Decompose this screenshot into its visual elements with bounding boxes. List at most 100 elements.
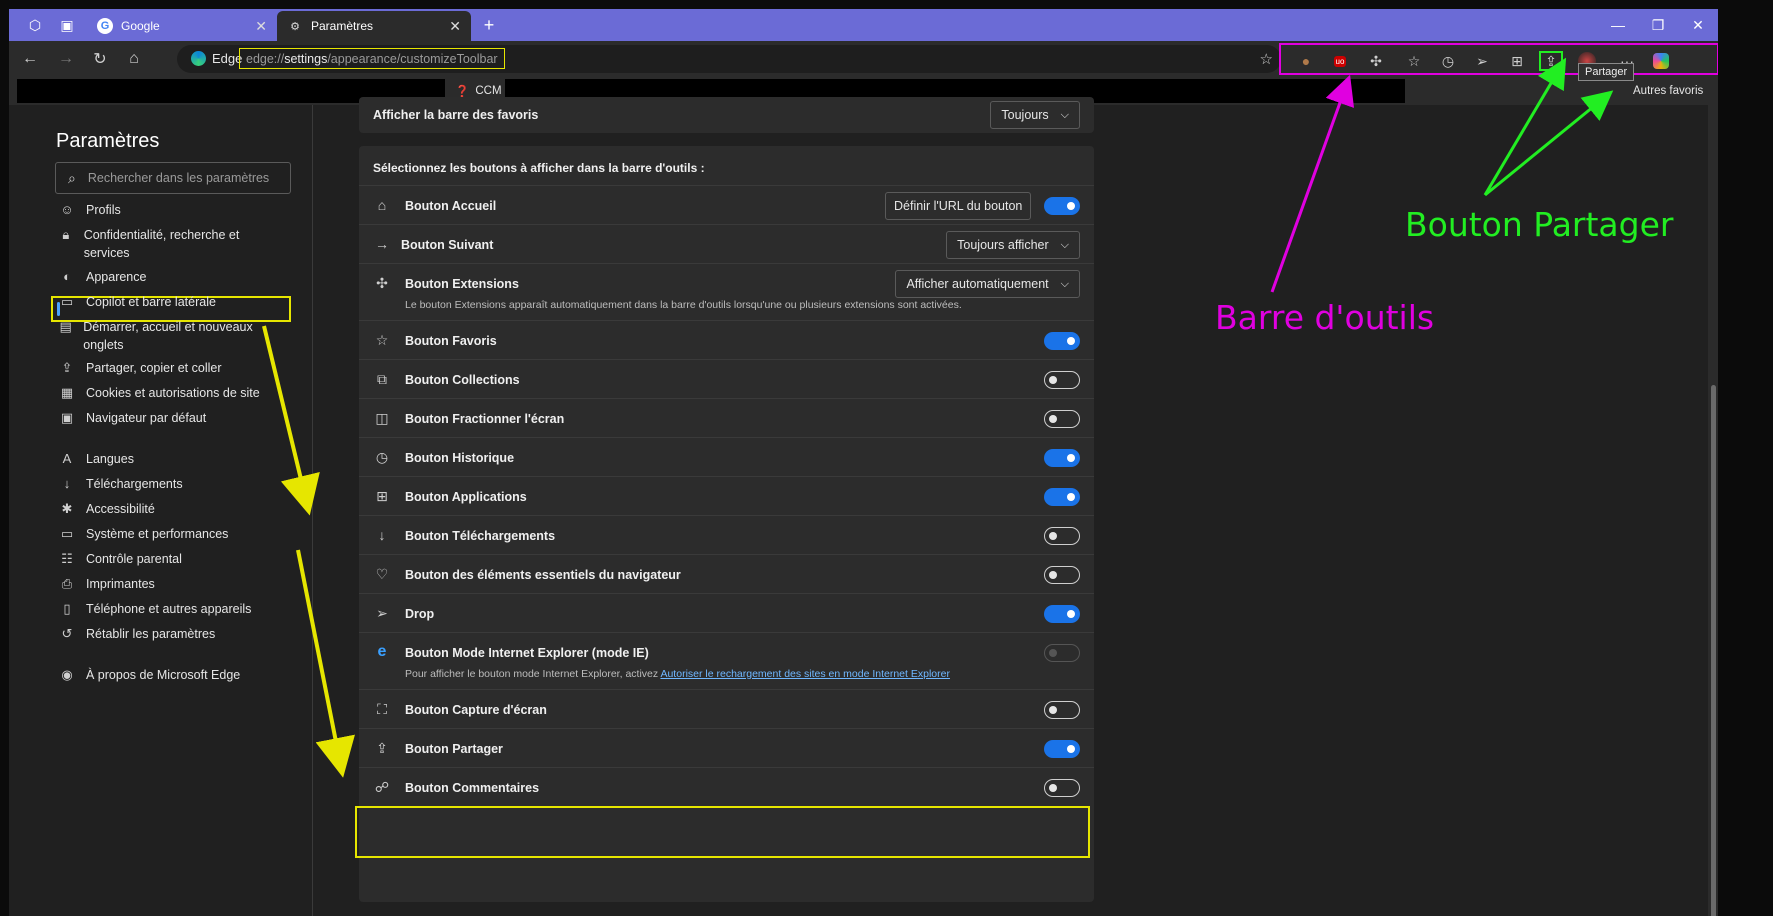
star-icon[interactable]: ☆ <box>1260 50 1273 68</box>
toggle-essentiels[interactable] <box>1044 566 1080 584</box>
sidebar-item-telephone[interactable]: ▯ Téléphone et autres appareils <box>59 600 251 618</box>
sidebar-item-partager[interactable]: ⇪ Partager, copier et coller <box>59 359 222 377</box>
gear-icon: ⚙ <box>290 20 300 33</box>
sidebar-item-langues[interactable]: A Langues <box>59 450 134 468</box>
sidebar-item-demarrer[interactable]: ▤ Démarrer, accueil et nouveaux onglets <box>59 318 259 354</box>
ublock-icon[interactable]: uo <box>1329 51 1351 71</box>
favorites-icon: ☆ <box>375 332 389 348</box>
toggle-historique[interactable] <box>1044 449 1080 467</box>
forward-select[interactable]: Toujours afficher ⌵ <box>946 231 1080 259</box>
sidebar-item-controle-parental[interactable]: ☷ Contrôle parental <box>59 550 182 568</box>
toggle-applications[interactable] <box>1044 488 1080 506</box>
forward-icon[interactable]: → <box>53 47 79 71</box>
row-desc: Pour afficher le bouton mode Internet Ex… <box>405 668 950 680</box>
sidebar-item-label: Rétablir les paramètres <box>86 627 216 641</box>
scroll-thumb[interactable] <box>1711 385 1716 916</box>
tab-title: Google <box>121 19 160 33</box>
extensions-icon[interactable]: ✣ <box>1365 51 1387 71</box>
arrow-right-icon: → <box>375 236 389 252</box>
favbar-select[interactable]: Toujours ⌵ <box>990 101 1080 129</box>
row-label: Bouton Capture d'écran <box>405 703 547 717</box>
new-tab-icon[interactable]: + <box>477 13 501 37</box>
lock-icon: 🔒︎ <box>62 227 70 242</box>
tab-settings[interactable]: ⚙ Paramètres ✕ <box>277 11 471 41</box>
laptop-icon: ▭ <box>60 526 74 541</box>
home-icon[interactable]: ⌂ <box>121 47 147 71</box>
sidebar-item-retablir[interactable]: ↺ Rétablir les paramètres <box>59 625 216 643</box>
sidebar-item-telechargements[interactable]: ↓ Téléchargements <box>59 475 183 493</box>
vertical-tabs-icon[interactable]: ▣ <box>55 13 79 37</box>
copilot-icon[interactable] <box>1650 51 1672 71</box>
sidebar-item-accessibilite[interactable]: ✱ Accessibilité <box>59 500 155 518</box>
sidebar-item-profils[interactable]: ☺ Profils <box>59 201 121 219</box>
share-tooltip: Partager <box>1578 63 1635 81</box>
row-label: Bouton Fractionner l'écran <box>405 412 565 426</box>
toolbar-card-heading: Sélectionnez les boutons à afficher dans… <box>373 161 705 175</box>
toggle-capture[interactable] <box>1044 701 1080 719</box>
close-icon[interactable]: ✕ <box>255 18 267 35</box>
sidebar-item-cookies[interactable]: ▦ Cookies et autorisations de site <box>59 384 260 402</box>
sidebar-item-confidentialite[interactable]: 🔒︎ Confidentialité, recherche et services <box>59 226 259 262</box>
toggle-accueil[interactable] <box>1044 197 1080 215</box>
toggle-commentaires[interactable] <box>1044 779 1080 797</box>
close-window-icon[interactable]: ✕ <box>1678 9 1718 41</box>
extension-icon[interactable]: ● <box>1295 51 1317 71</box>
apps-icon[interactable]: ⊞ <box>1506 51 1528 71</box>
sidebar-item-label: Profils <box>86 203 121 217</box>
minimize-icon[interactable]: — <box>1598 9 1638 41</box>
row-commentaires: ☍ Bouton Commentaires <box>359 767 1094 806</box>
toggle-telechargements[interactable] <box>1044 527 1080 545</box>
scrollbar[interactable] <box>1708 105 1718 916</box>
toggle-fractionner[interactable] <box>1044 410 1080 428</box>
reset-icon: ↺ <box>61 626 73 641</box>
tab-strip: ⬡ ▣ G Google ✕ ⚙ Paramètres ✕ + — ❐ ✕ <box>9 9 1718 41</box>
sidebar-item-copilot[interactable]: ▭ Copilot et barre latérale <box>59 293 216 311</box>
row-label: Bouton Partager <box>405 742 503 756</box>
toggle-collections[interactable] <box>1044 371 1080 389</box>
send-icon[interactable]: ➢ <box>1471 51 1493 71</box>
forward-value: Toujours afficher <box>957 238 1049 252</box>
refresh-icon[interactable]: ↻ <box>87 47 113 71</box>
edge-label: Edge <box>212 51 243 66</box>
workspaces-icon[interactable]: ⬡ <box>23 13 47 37</box>
restore-icon[interactable]: ❐ <box>1638 9 1678 41</box>
sidebar-item-label: Confidentialité, recherche et services <box>83 228 240 260</box>
sidebar-item-systeme[interactable]: ▭ Système et performances <box>59 525 229 543</box>
apps-icon: ⊞ <box>376 488 388 504</box>
sidebar-item-a-propos[interactable]: ◉ À propos de Microsoft Edge <box>59 666 240 684</box>
set-url-button[interactable]: Définir l'URL du bouton <box>885 192 1032 220</box>
sidebar-item-imprimantes[interactable]: ⎙ Imprimantes <box>59 575 155 593</box>
home-icon: ⌂ <box>377 197 387 213</box>
address-bar[interactable]: Edge edge://settings/appearance/customiz… <box>177 45 1281 73</box>
url-text[interactable]: edge://settings/appearance/customizeTool… <box>239 48 505 69</box>
row-ie: e Bouton Mode Internet Explorer (mode IE… <box>359 632 1094 689</box>
download-icon: ↓ <box>63 476 71 491</box>
sidebar-item-label: Langues <box>86 452 134 466</box>
close-icon[interactable]: ✕ <box>449 18 461 35</box>
sidebar-item-label: Navigateur par défaut <box>86 411 207 425</box>
printer-icon: ⎙ <box>61 576 73 591</box>
tab-google[interactable]: G Google ✕ <box>87 11 277 41</box>
ie-reload-link[interactable]: Autoriser le rechargement des sites en m… <box>660 668 949 680</box>
row-label: Drop <box>405 607 435 621</box>
toggle-drop[interactable] <box>1044 605 1080 623</box>
sidebar-title: Paramètres <box>56 130 160 152</box>
sidebar-item-navigateur[interactable]: ▣ Navigateur par défaut <box>59 409 206 427</box>
other-favorites[interactable]: Autres favoris <box>1633 81 1703 101</box>
other-favorites-label: Autres favoris <box>1633 85 1704 97</box>
extensions-select[interactable]: Afficher automatiquement ⌵ <box>895 270 1080 298</box>
row-extensions: ✣ Bouton Extensions Le bouton Extensions… <box>359 263 1094 320</box>
row-label: Bouton Applications <box>405 490 527 504</box>
search-input[interactable]: ⌕ Rechercher dans les paramètres <box>55 162 291 194</box>
favorites-icon[interactable]: ☆ <box>1403 51 1425 71</box>
back-icon[interactable]: ← <box>17 47 43 71</box>
sidebar-item-label: Contrôle parental <box>86 552 182 566</box>
row-label: Bouton des éléments essentiels du naviga… <box>405 568 681 582</box>
row-label: Bouton Favoris <box>405 334 497 348</box>
chevron-down-icon: ⌵ <box>1060 238 1069 251</box>
history-icon[interactable]: ◷ <box>1437 51 1459 71</box>
toggle-partager[interactable] <box>1044 740 1080 758</box>
sidebar-item-apparence[interactable]: ◐ Apparence <box>59 268 146 286</box>
toggle-favoris[interactable] <box>1044 332 1080 350</box>
share-icon[interactable]: ⇪ <box>1539 51 1563 71</box>
